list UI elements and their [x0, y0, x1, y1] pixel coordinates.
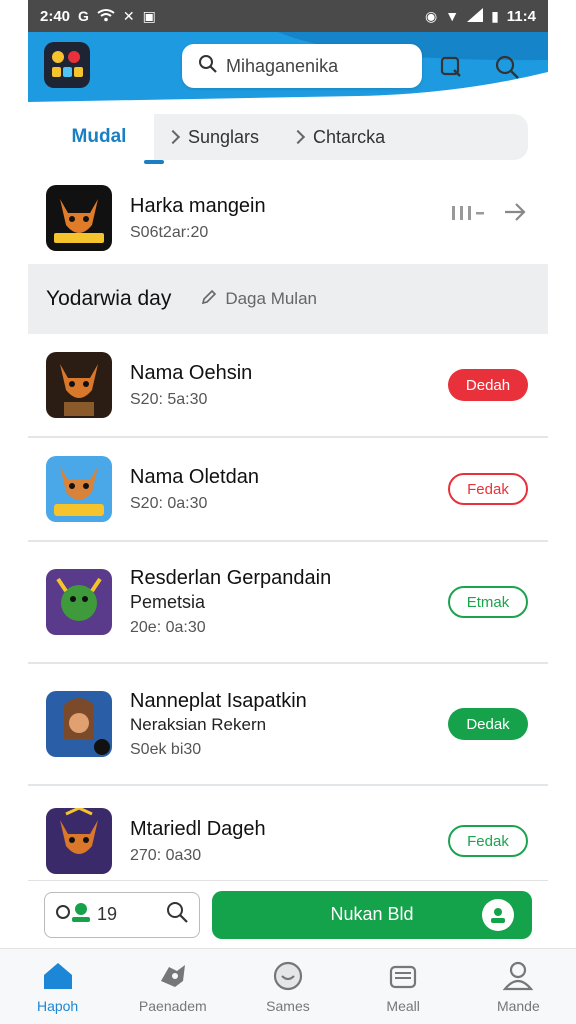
controller-icon — [156, 960, 190, 992]
primary-action-label: Nukan Bld — [330, 904, 414, 924]
item-title: Nama Oehsin — [130, 361, 253, 384]
fox-mage-icon — [46, 808, 112, 874]
item-meta: S0ek bi30 — [130, 740, 202, 758]
featured-title: Harka mangein — [130, 194, 266, 217]
section-link-label: Daga Mulan — [225, 289, 317, 308]
game-logo-icon[interactable] — [44, 42, 90, 88]
fox-cartoon-icon — [46, 456, 112, 522]
inbox-icon — [386, 960, 420, 992]
home-icon — [41, 960, 75, 992]
equalizer-icon[interactable] — [452, 204, 486, 227]
action-button[interactable]: Dedak — [448, 708, 528, 740]
section-header: Yodarwia day Daga Mulan — [28, 264, 548, 334]
item-title: Nama Oletdan — [130, 465, 259, 488]
status-bar: 2:40 G ✕ ▣ ◉ ▼ ▮ 11:4 — [28, 0, 548, 32]
hooded-hero-icon — [46, 691, 112, 757]
person-icon — [501, 960, 535, 992]
action-button[interactable]: Fedak — [448, 473, 528, 505]
battery-icon: ▮ — [491, 8, 499, 24]
bookmark-icon[interactable] — [434, 50, 468, 84]
user-badge-icon — [55, 900, 91, 929]
item-title: Resderlan Gerpandain — [130, 567, 332, 589]
action-bar: 19 Nukan Bld — [28, 880, 548, 948]
pencil-icon — [201, 289, 217, 310]
item-meta: S20: 5a:30 — [130, 390, 208, 408]
breadcrumb-label: Sunglars — [188, 126, 260, 147]
breadcrumb: Mudal Sunglars Chtarcka — [44, 114, 528, 164]
item-meta: 20e: 0a:30 — [130, 619, 206, 636]
chevron-right-icon — [165, 129, 181, 145]
item-meta: S20: 0a:30 — [130, 494, 208, 512]
item-subtitle: Pemetsia — [130, 592, 206, 612]
nav-mail[interactable]: Meall — [353, 960, 453, 1014]
arrow-right-icon[interactable] — [504, 202, 526, 228]
photo-icon: ▣ — [142, 8, 156, 24]
nav-label: Meall — [386, 997, 420, 1014]
screen: 2:40 G ✕ ▣ ◉ ▼ ▮ 11:4 Mihaganenika Mudal… — [0, 0, 576, 1024]
wifi-icon: ▼ — [445, 8, 460, 24]
section-link[interactable]: Daga Mulan — [201, 289, 317, 310]
search-icon — [198, 54, 218, 79]
action-button[interactable]: Fedak — [448, 825, 528, 857]
nav-label: Hapoh — [36, 997, 79, 1014]
nav-label: Paenadem — [138, 997, 207, 1014]
fox-warrior-icon — [46, 352, 112, 418]
item-subtitle: Neraksian Rekern — [130, 714, 267, 734]
item-title: Nanneplat Isapatkin — [130, 689, 307, 712]
primary-action-button[interactable]: Nukan Bld — [212, 890, 532, 939]
nav-home[interactable]: Hapoh — [8, 960, 108, 1014]
fox-game-icon — [46, 185, 112, 251]
alarm-icon: ◉ — [425, 8, 438, 24]
nav-profile[interactable]: Mande — [468, 960, 568, 1014]
goblin-game-icon — [46, 569, 112, 635]
section-title: Yodarwia day — [46, 287, 172, 310]
list-item[interactable]: Nanneplat Isapatkin Neraksian Rekern S0e… — [28, 664, 548, 786]
action-button[interactable]: Dedah — [448, 369, 528, 401]
nav-label: Sames — [266, 997, 310, 1014]
quick-search-value-group: 19 — [55, 900, 117, 929]
action-button[interactable]: Etmak — [448, 586, 528, 618]
list-item[interactable]: Resderlan Gerpandain Pemetsia 20e: 0a:30… — [28, 542, 548, 664]
search-icon[interactable] — [490, 50, 524, 84]
status-time: 2:40 — [40, 7, 71, 25]
tab-mudal[interactable]: Mudal — [44, 114, 164, 164]
breadcrumb-label: Chtarcka — [313, 126, 386, 147]
google-icon: G — [78, 8, 89, 24]
nav-sames[interactable]: Sames — [238, 960, 338, 1014]
quick-search-value: 19 — [97, 904, 118, 924]
search-input[interactable]: Mihaganenika — [182, 44, 422, 88]
search-placeholder: Mihaganenika — [226, 55, 339, 76]
search-icon[interactable] — [165, 900, 189, 929]
list-item[interactable]: Nama Oehsin S20: 5a:30 Dedah — [28, 334, 548, 438]
featured-subtitle: S06t2ar:20 — [130, 223, 209, 241]
header: Mihaganenika — [28, 32, 548, 102]
nav-label: Mande — [496, 997, 540, 1014]
game-list: Nama Oehsin S20: 5a:30 Dedah Nama Oletda… — [28, 334, 548, 896]
nav-games[interactable]: Paenadem — [123, 960, 223, 1014]
item-title: Mtariedl Dageh — [130, 817, 266, 840]
wifi-icon — [97, 8, 115, 24]
app: Mihaganenika Mudal Sunglars Chtarcka Har… — [0, 32, 576, 1024]
item-meta: 270: 0a30 — [130, 846, 202, 864]
notification-icon: ✕ — [122, 8, 135, 24]
smile-icon — [271, 960, 305, 992]
list-item[interactable]: Nama Oletdan S20: 0a:30 Fedak — [28, 438, 548, 542]
chevron-right-icon — [290, 129, 306, 145]
user-pin-icon — [482, 898, 514, 931]
status-time-right: 11:4 — [506, 7, 536, 25]
breadcrumb-item[interactable]: Sunglars — [165, 126, 260, 148]
quick-search-field[interactable]: 19 — [44, 891, 200, 938]
signal-icon — [467, 8, 484, 24]
featured-actions — [452, 202, 526, 228]
breadcrumb-item[interactable]: Chtarcka — [290, 126, 386, 148]
bottom-nav: Hapoh Paenadem Sames Meall Mande — [0, 948, 576, 1024]
featured-item[interactable]: Harka mangein S06t2ar:20 — [28, 172, 548, 264]
